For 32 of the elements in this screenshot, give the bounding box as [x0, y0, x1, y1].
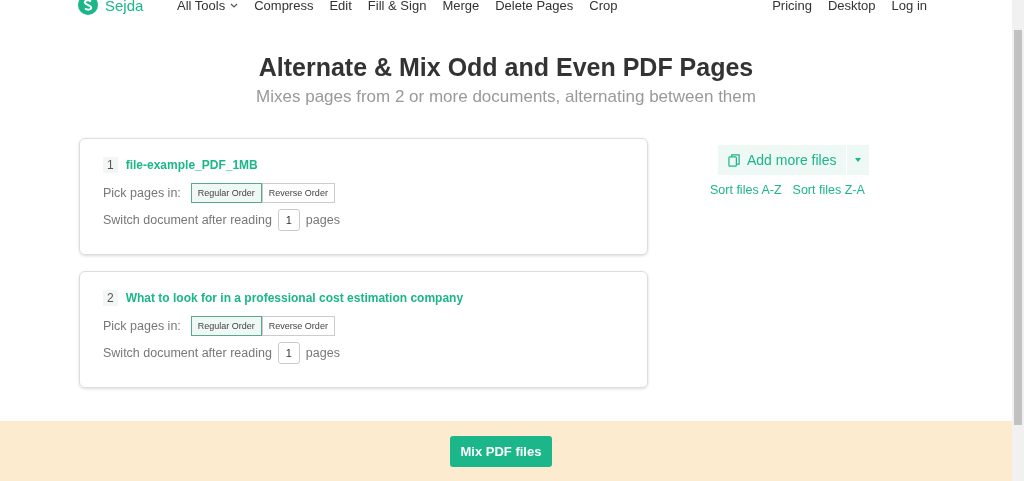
- pick-label: Pick pages in:: [103, 186, 181, 200]
- file-name: file-example_PDF_1MB: [125, 158, 258, 172]
- file-index: 1: [103, 157, 118, 173]
- order-toggle[interactable]: Reverse Order: [261, 316, 335, 336]
- nav-link[interactable]: Delete Pages: [495, 0, 574, 13]
- nav-link[interactable]: All Tools: [177, 0, 239, 13]
- order-toggle[interactable]: Regular Order: [190, 316, 262, 336]
- nav-link[interactable]: Merge: [442, 0, 480, 13]
- nav-link[interactable]: Fill & Sign: [367, 0, 427, 13]
- nav-link[interactable]: Edit: [329, 0, 352, 13]
- switch-label: Switch document after reading: [103, 346, 272, 360]
- nav-link[interactable]: Pricing: [772, 0, 812, 13]
- file-index: 2: [103, 290, 118, 306]
- pages-suffix: pages: [305, 346, 340, 360]
- scrollbar[interactable]: [1012, 0, 1024, 481]
- order-toggle[interactable]: Regular Order: [190, 183, 262, 203]
- nav-link[interactable]: Desktop: [827, 0, 876, 13]
- copy-icon: [728, 153, 741, 167]
- nav-link[interactable]: Log in: [891, 0, 927, 13]
- page-subtitle: Mixes pages from 2 or more documents, alternating between them: [255, 87, 757, 107]
- pick-label: Pick pages in:: [103, 319, 181, 333]
- switch-label: Switch document after reading: [103, 213, 272, 227]
- nav-link[interactable]: Crop: [589, 0, 618, 13]
- nav-link[interactable]: Compress: [254, 0, 314, 13]
- caret-icon: [855, 158, 862, 162]
- order-toggle[interactable]: Reverse Order: [261, 183, 335, 203]
- page-title: Alternate & Mix Odd and Even PDF Pages: [257, 53, 755, 82]
- chevron-icon: [230, 2, 239, 8]
- pages-input[interactable]: 1: [277, 209, 300, 231]
- file-name: What to look for in a professional cost estimation company: [125, 291, 464, 305]
- pages-input[interactable]: 1: [277, 342, 300, 364]
- pages-suffix: pages: [305, 213, 340, 227]
